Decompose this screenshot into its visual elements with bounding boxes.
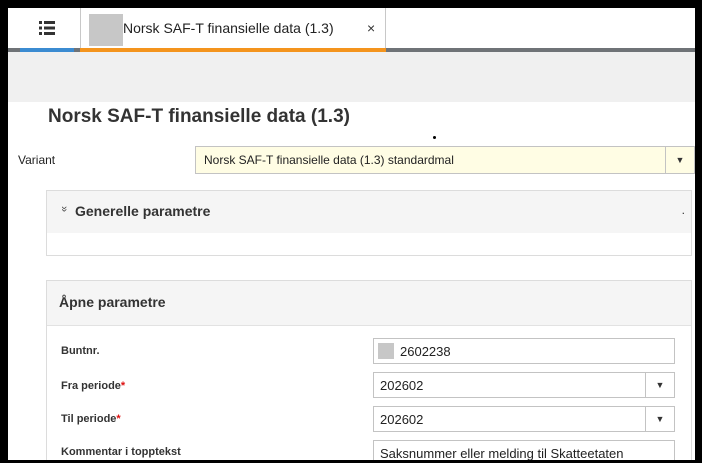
buntnr-label: Buntnr. <box>61 345 100 357</box>
chevron-down-icon: ▼ <box>655 414 665 424</box>
buntnr-value: 2602238 <box>400 344 451 359</box>
close-icon[interactable]: × <box>367 20 375 36</box>
fra-periode-label: Fra periode* <box>61 380 126 392</box>
til-periode-value: 202602 <box>380 412 424 427</box>
open-parameters-title: Åpne parametre <box>59 294 166 310</box>
fra-periode-dropdown-button[interactable]: ▼ <box>645 373 674 397</box>
open-parameters-header: Åpne parametre <box>47 281 691 326</box>
general-parameters-panel: » Generelle parametre . <box>46 190 692 256</box>
kommentar-value: Saksnummer eller melding til Skatteetate… <box>380 446 624 461</box>
stray-dot <box>433 136 436 139</box>
tab-saft-finansielle-data[interactable]: Norsk SAF-T finansielle data (1.3) × <box>80 8 386 52</box>
variant-label: Variant <box>18 153 56 167</box>
menu-tab[interactable] <box>20 8 74 48</box>
general-parameters-header[interactable]: » Generelle parametre . <box>47 191 691 233</box>
tab-label: Norsk SAF-T finansielle data (1.3) <box>123 20 334 36</box>
fra-periode-value: 202602 <box>380 378 424 393</box>
chevron-down-icon: ▼ <box>675 155 685 165</box>
variant-value: Norsk SAF-T finansielle data (1.3) stand… <box>204 153 454 167</box>
kommentar-label: Kommentar i topptekst <box>61 446 181 458</box>
kommentar-input[interactable]: Saksnummer eller melding til Skatteetate… <box>373 440 675 461</box>
variant-dropdown-button[interactable]: ▼ <box>665 147 694 173</box>
app-frame: Norsk SAF-T finansielle data (1.3) × Nor… <box>0 0 702 463</box>
buntnr-field[interactable]: 2602238 <box>373 338 675 364</box>
toolbar-area <box>8 52 695 102</box>
chevron-down-icon: ▼ <box>655 380 665 390</box>
general-parameters-title: Generelle parametre <box>75 203 211 219</box>
list-menu-icon <box>39 21 55 35</box>
fra-periode-select[interactable]: 202602 ▼ <box>373 372 675 398</box>
til-periode-select[interactable]: 202602 ▼ <box>373 406 675 432</box>
lookup-icon-placeholder <box>378 343 394 359</box>
tab-icon-placeholder <box>89 14 123 46</box>
page-title: Norsk SAF-T finansielle data (1.3) <box>48 106 350 127</box>
til-periode-label: Til periode* <box>61 413 121 425</box>
general-parameters-mark: . <box>681 203 685 217</box>
variant-select[interactable]: Norsk SAF-T finansielle data (1.3) stand… <box>195 146 695 174</box>
collapse-chevron-icon[interactable]: » <box>58 206 70 212</box>
til-periode-dropdown-button[interactable]: ▼ <box>645 407 674 431</box>
